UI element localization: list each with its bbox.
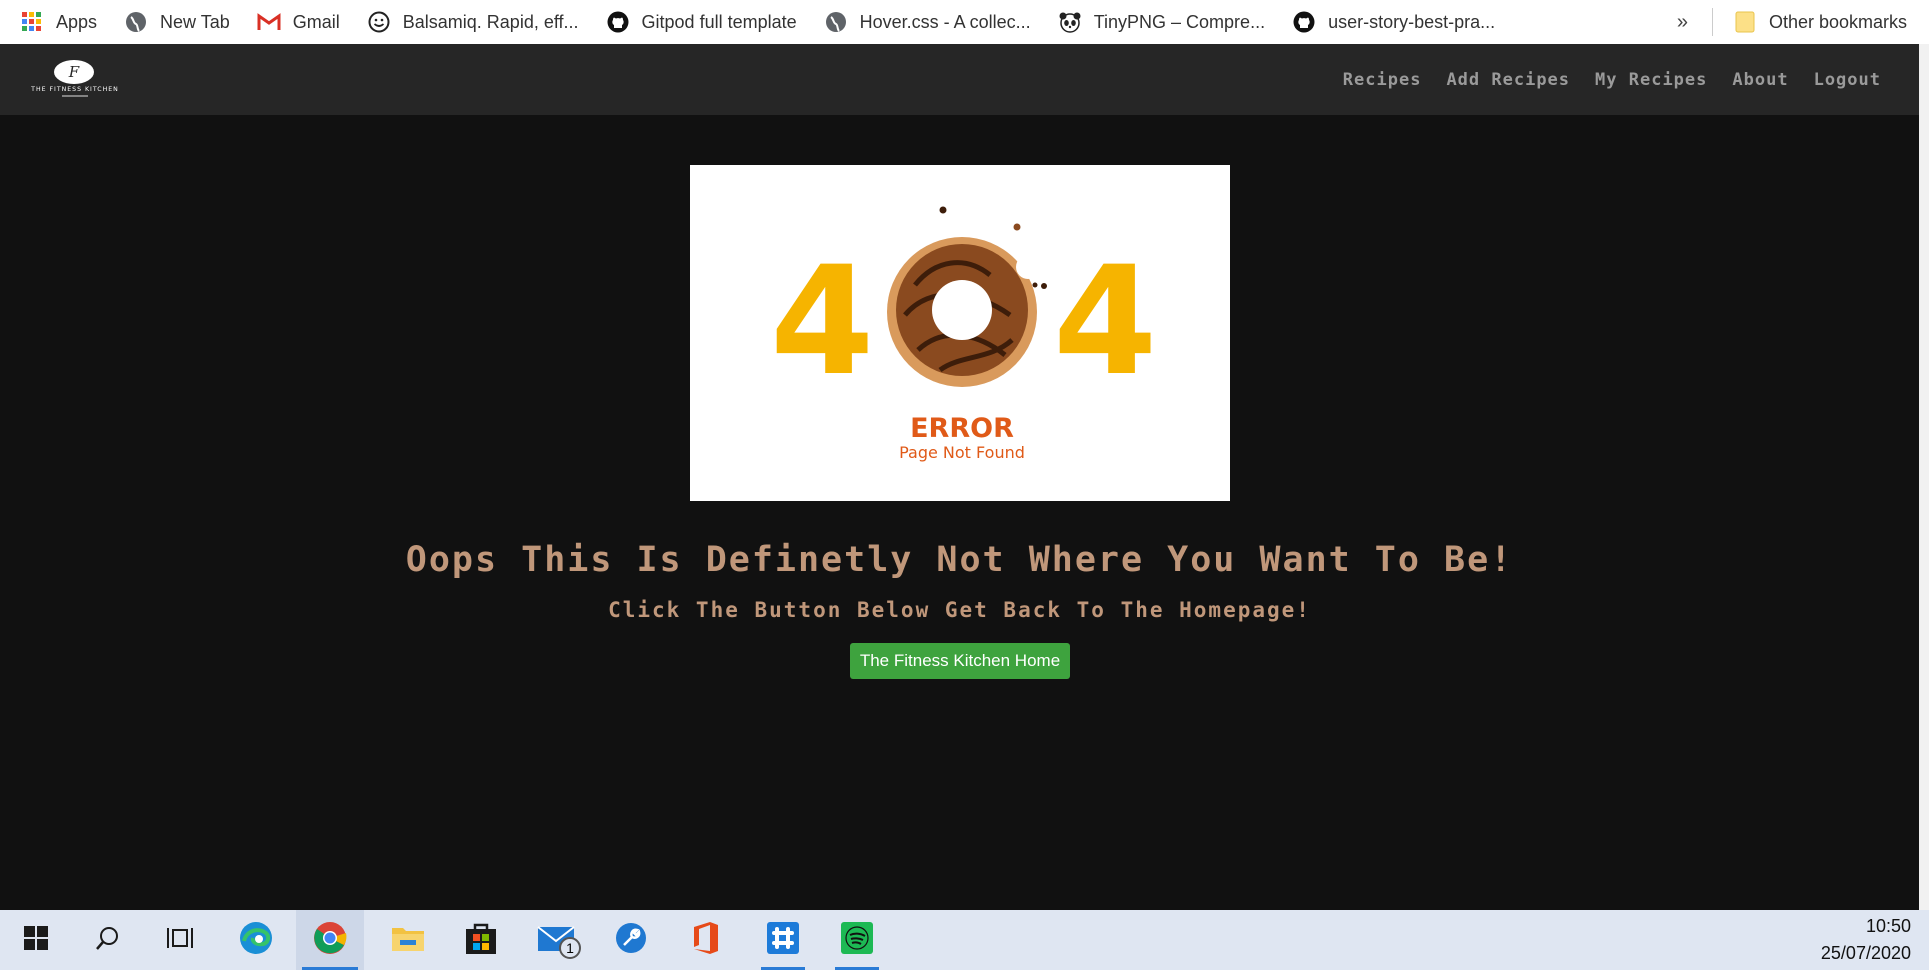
taskbar-mail[interactable]: 1: [530, 910, 588, 970]
apps-grid-icon: [20, 10, 44, 34]
bookmark-label: Gmail: [292, 11, 340, 32]
bookmark-gmail[interactable]: Gmail: [257, 10, 340, 34]
donut-icon: [887, 206, 1047, 387]
digit-right: 4: [1053, 235, 1157, 409]
error-404-image: 4 4 ERROR Page Not Found: [690, 165, 1230, 501]
github-icon: [1292, 10, 1316, 34]
other-bookmarks-label: Other bookmarks: [1768, 11, 1907, 32]
mail-icon: 1: [537, 921, 581, 959]
folder-icon: [1733, 10, 1757, 34]
globe-icon: [824, 10, 848, 34]
bookmarks-separator: [1711, 8, 1713, 36]
store-bag-icon: [464, 921, 498, 960]
taskbar-tool-app[interactable]: [605, 910, 657, 970]
nav-my-recipes[interactable]: My Recipes: [1595, 70, 1707, 90]
bookmark-gitpod[interactable]: Gitpod full template: [606, 10, 797, 34]
taskbar-spotify[interactable]: [829, 910, 885, 970]
clock-date: 25/07/2020: [1820, 943, 1911, 963]
bookmark-balsamiq[interactable]: Balsamiq. Rapid, eff...: [367, 10, 579, 34]
error-title: ERROR: [910, 413, 1014, 444]
taskbar-office[interactable]: [679, 910, 731, 970]
bookmark-apps[interactable]: Apps: [20, 10, 97, 34]
window-edge-scrollbar[interactable]: [1919, 44, 1929, 910]
bookmark-label: New Tab: [160, 11, 230, 32]
edge-icon: [239, 921, 273, 960]
folder-icon: [391, 924, 425, 957]
nav-about[interactable]: About: [1732, 70, 1788, 90]
search-icon: [95, 925, 121, 956]
panda-icon: [1058, 10, 1082, 34]
wrench-icon: [615, 922, 647, 959]
nav-recipes[interactable]: Recipes: [1343, 70, 1422, 90]
globe-icon: [124, 10, 148, 34]
office-icon: [690, 921, 720, 960]
task-view-icon: [167, 926, 193, 955]
bookmarks-bar: Apps New Tab Gmail Balsamiq. Rapid, eff.…: [0, 0, 1929, 44]
smiley-icon: [367, 10, 391, 34]
chrome-icon: [313, 921, 347, 960]
home-button[interactable]: The Fitness Kitchen Home: [850, 643, 1070, 679]
main-content: 4 4 ERROR Page Not Found Oops This Is De…: [0, 115, 1919, 910]
bookmark-tinypng[interactable]: TinyPNG – Compre...: [1058, 10, 1265, 34]
bookmark-label: Balsamiq. Rapid, eff...: [402, 11, 579, 32]
bookmark-label: TinyPNG – Compre...: [1093, 11, 1266, 32]
bookmark-label: user-story-best-pra...: [1328, 11, 1496, 32]
nav-add-recipes[interactable]: Add Recipes: [1446, 70, 1570, 90]
system-clock[interactable]: 10:50 25/07/2020: [1821, 910, 1911, 970]
taskbar-store[interactable]: [455, 910, 507, 970]
mail-badge: 1: [559, 937, 581, 959]
taskbar-file-explorer[interactable]: [382, 910, 434, 970]
bookmark-label: Apps: [56, 11, 98, 32]
bookmark-user-story[interactable]: user-story-best-pra...: [1292, 10, 1495, 34]
bookmark-label: Hover.css - A collec...: [859, 11, 1031, 32]
digit-left: 4: [770, 235, 874, 409]
taskbar-edge[interactable]: [230, 910, 282, 970]
taskbar-chrome[interactable]: [296, 910, 364, 970]
other-bookmarks-folder[interactable]: Other bookmarks: [1733, 10, 1907, 34]
slack-icon: [766, 921, 800, 960]
clock-time: 10:50: [1865, 916, 1911, 936]
site-navbar: F THE FITNESS KITCHEN Recipes Add Recipe…: [0, 44, 1919, 115]
windows-logo-icon: [24, 925, 48, 955]
page-subheading: Click The Button Below Get Back To The H…: [608, 598, 1311, 622]
task-view-button[interactable]: [154, 910, 206, 970]
bookmarks-right: » Other bookmarks: [1677, 0, 1929, 44]
main-nav: Recipes Add Recipes My Recipes About Log…: [1318, 44, 1881, 115]
github-icon: [606, 10, 630, 34]
bookmark-new-tab[interactable]: New Tab: [124, 10, 230, 34]
taskbar-slack[interactable]: [755, 910, 811, 970]
brand-logo[interactable]: F THE FITNESS KITCHEN: [22, 58, 128, 100]
error-subtitle: Page Not Found: [899, 443, 1025, 462]
nav-logout[interactable]: Logout: [1814, 70, 1881, 90]
more-bookmarks-button[interactable]: »: [1677, 11, 1688, 34]
gmail-icon: [257, 10, 281, 34]
bookmark-hover-css[interactable]: Hover.css - A collec...: [824, 10, 1031, 34]
search-button[interactable]: [82, 910, 134, 970]
logo-letter: F: [68, 63, 80, 81]
windows-taskbar: 1 10:50 25/07/2020: [0, 910, 1929, 970]
logo-text: THE FITNESS KITCHEN: [30, 86, 119, 93]
page-heading: Oops This Is Definetly Not Where You Wan…: [405, 540, 1514, 580]
bookmark-label: Gitpod full template: [641, 11, 797, 32]
spotify-icon: [840, 921, 874, 960]
start-button[interactable]: [10, 910, 62, 970]
